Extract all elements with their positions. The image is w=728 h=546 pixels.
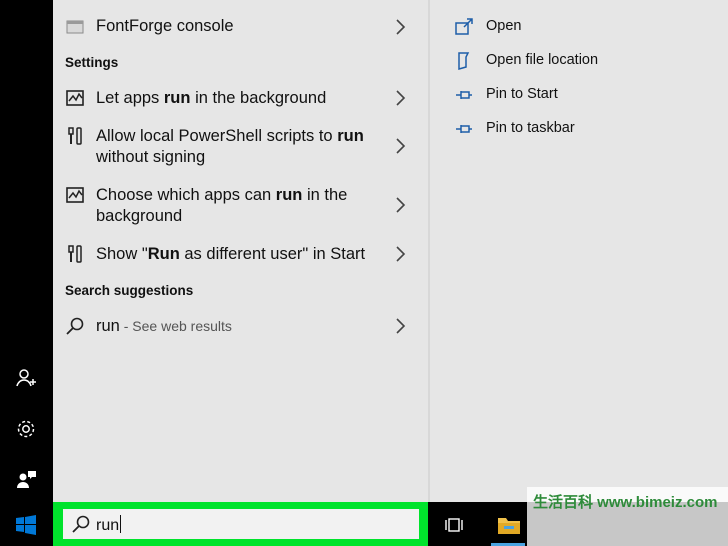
feedback-icon[interactable] xyxy=(14,468,38,492)
file-explorer-icon[interactable] xyxy=(496,512,522,538)
search-results-pane: FontForge console Settings Let apps run … xyxy=(53,0,428,502)
search-icon xyxy=(66,317,84,335)
search-input-value: run xyxy=(96,515,122,534)
action-pin-to-taskbar[interactable]: Pin to taskbar xyxy=(454,118,714,140)
action-label: Pin to taskbar xyxy=(486,120,575,136)
setting-allow-powershell-scripts[interactable]: Allow local PowerShell scripts to run wi… xyxy=(53,126,428,170)
result-detail-pane: Open Open file location Pin to Start Pin… xyxy=(430,0,728,502)
search-input[interactable]: run xyxy=(63,509,419,539)
search-icon xyxy=(72,515,90,533)
pin-icon xyxy=(456,125,472,133)
tools-icon xyxy=(68,245,82,263)
setting-label: Let apps run in the background xyxy=(96,89,327,107)
windows-logo-icon xyxy=(16,515,36,535)
activity-chart-icon xyxy=(66,187,84,203)
web-suggestion-run[interactable]: run - See web results xyxy=(53,316,428,338)
search-suggestions-header: Search suggestions xyxy=(65,283,194,298)
setting-choose-apps-run-background[interactable]: Choose which apps can run in the backgro… xyxy=(53,185,428,229)
file-location-icon xyxy=(458,52,470,70)
open-icon xyxy=(455,18,473,35)
chevron-right-icon[interactable] xyxy=(393,17,407,37)
settings-gear-icon[interactable] xyxy=(14,417,38,441)
add-user-icon[interactable] xyxy=(14,366,38,390)
watermark: 生活百科 www.bimeiz.com xyxy=(527,487,728,546)
start-left-rail xyxy=(0,0,53,546)
chevron-right-icon[interactable] xyxy=(393,244,407,264)
search-bar-highlight: run xyxy=(53,502,428,546)
setting-label: Choose which apps can run in the backgro… xyxy=(96,186,348,225)
action-open[interactable]: Open xyxy=(454,16,714,38)
suggestion-label: run - See web results xyxy=(96,317,232,335)
action-label: Open xyxy=(486,18,522,34)
settings-header: Settings xyxy=(65,55,119,70)
action-pin-to-start[interactable]: Pin to Start xyxy=(454,84,714,106)
setting-label: Allow local PowerShell scripts to run wi… xyxy=(96,127,364,166)
action-open-file-location[interactable]: Open file location xyxy=(454,50,714,72)
console-app-icon xyxy=(66,20,84,34)
chevron-right-icon[interactable] xyxy=(393,136,407,156)
tools-icon xyxy=(68,127,82,145)
result-fontforge-console[interactable]: FontForge console xyxy=(53,16,428,38)
action-label: Pin to Start xyxy=(486,86,558,102)
result-label: FontForge console xyxy=(96,17,234,35)
setting-let-apps-run-background[interactable]: Let apps run in the background xyxy=(53,88,428,110)
chevron-right-icon[interactable] xyxy=(393,195,407,215)
chevron-right-icon[interactable] xyxy=(393,316,407,336)
setting-show-run-as-different-user[interactable]: Show "Run as different user" in Start xyxy=(53,244,428,266)
start-button[interactable] xyxy=(0,502,53,546)
setting-label: Show "Run as different user" in Start xyxy=(96,245,366,263)
action-label: Open file location xyxy=(486,52,599,68)
task-view-icon[interactable] xyxy=(444,515,464,535)
watermark-text: 生活百科 www.bimeiz.com xyxy=(533,494,718,511)
activity-chart-icon xyxy=(66,90,84,106)
pin-icon xyxy=(456,91,472,99)
chevron-right-icon[interactable] xyxy=(393,88,407,108)
